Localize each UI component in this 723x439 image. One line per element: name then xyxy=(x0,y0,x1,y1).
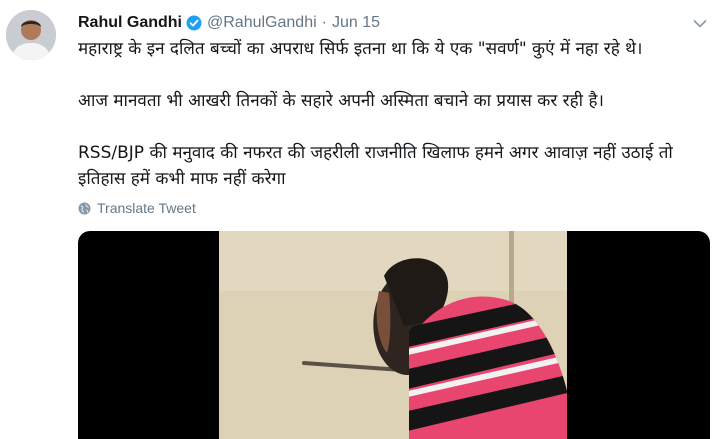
tweet-date[interactable]: Jun 15 xyxy=(332,14,380,32)
translate-tweet-link[interactable]: Translate Tweet xyxy=(78,199,196,217)
translate-tweet-label: Translate Tweet xyxy=(97,200,196,216)
author-handle[interactable]: @RahulGandhi xyxy=(207,14,317,32)
avatar[interactable] xyxy=(6,10,56,60)
verified-badge-icon xyxy=(186,15,202,31)
tweet-paragraph-3: RSS/BJP की मनुवाद की नफरत की जहरीली राजन… xyxy=(78,143,673,189)
video-frame xyxy=(219,231,567,439)
author-name[interactable]: Rahul Gandhi xyxy=(78,14,182,32)
video-still xyxy=(219,231,567,439)
tweet-paragraph-1: महाराष्ट्र के इन दलित बच्चों का अपराध सि… xyxy=(78,39,643,59)
video-media[interactable] xyxy=(78,231,710,439)
dot-separator: · xyxy=(321,14,327,31)
globe-icon xyxy=(78,202,91,215)
chevron-down-icon[interactable] xyxy=(693,14,707,28)
tweet-text: महाराष्ट्र के इन दलित बच्चों का अपराध सि… xyxy=(78,36,714,192)
tweet-paragraph-2: आज मानवता भी आखरी तिनकों के सहारे अपनी अ… xyxy=(78,91,604,111)
tweet-header: Rahul Gandhi @RahulGandhi · Jun 15 xyxy=(78,12,380,34)
